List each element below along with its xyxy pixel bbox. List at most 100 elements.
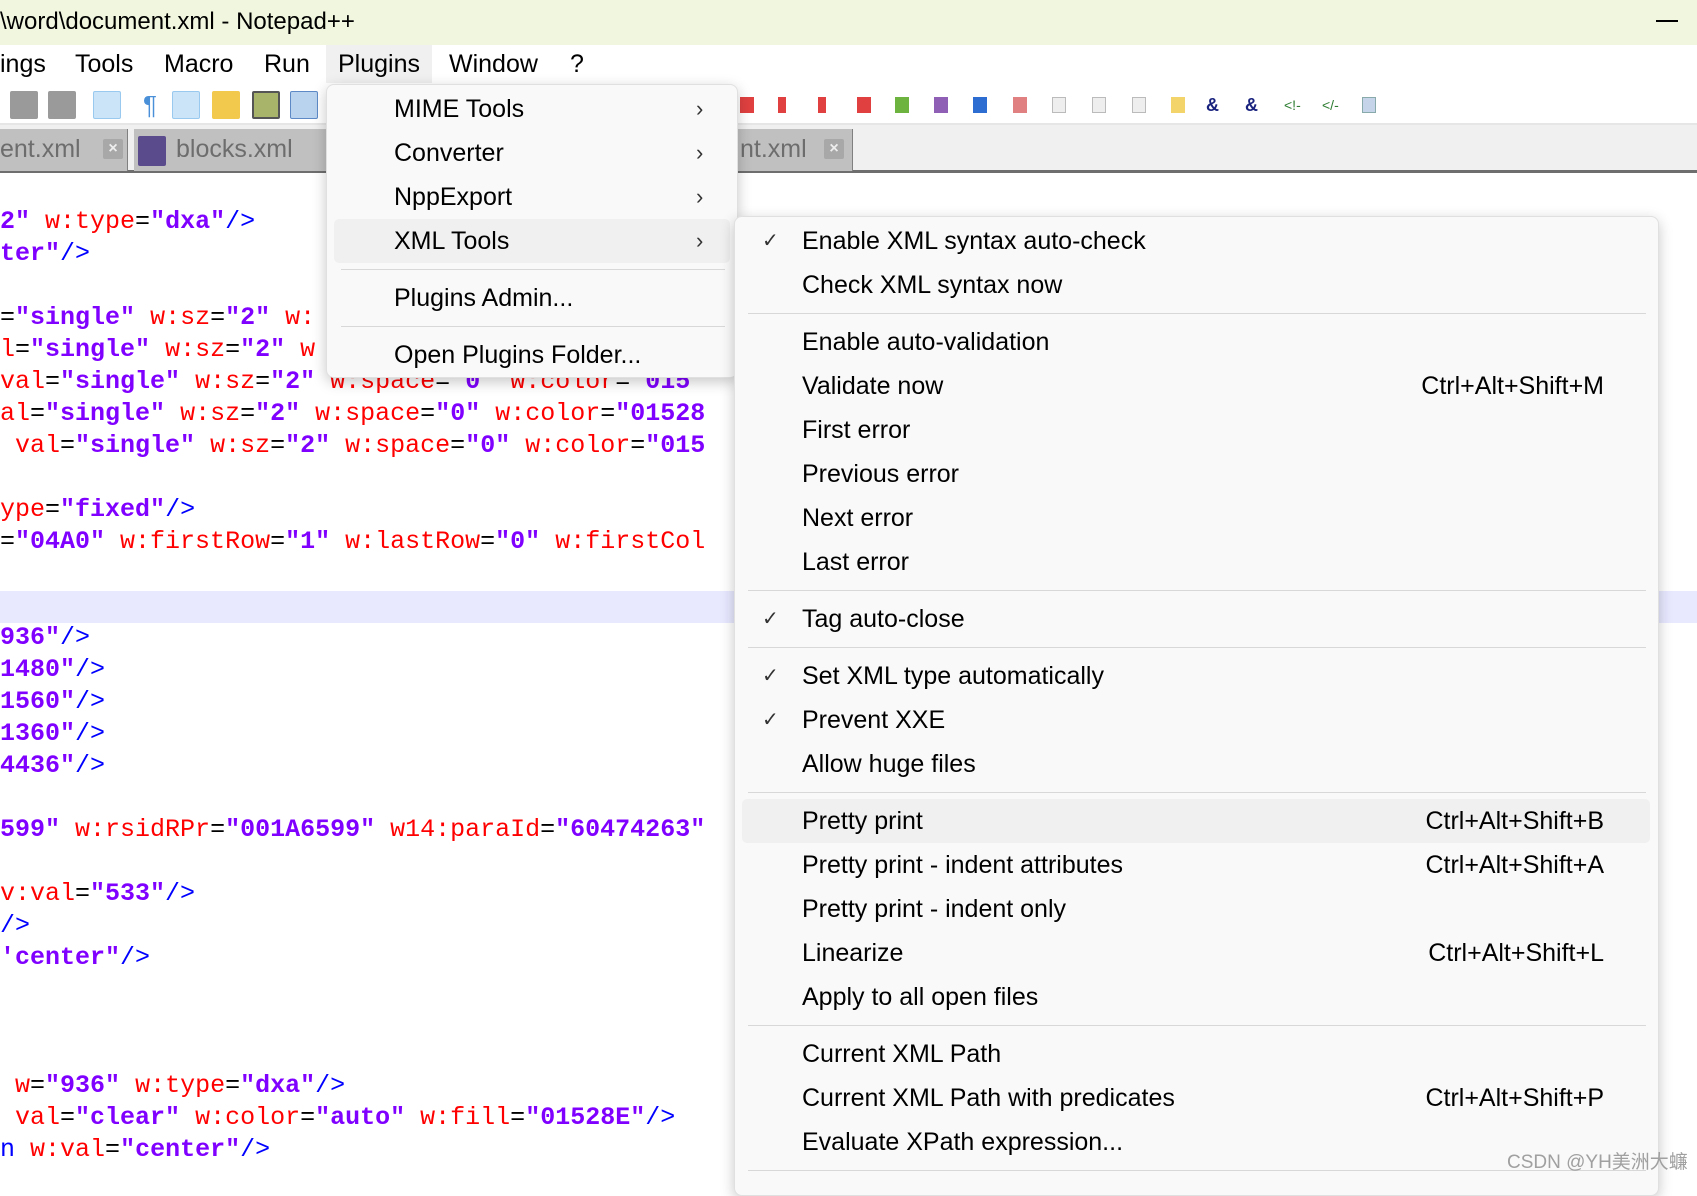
- menu-bar: ings Tools Macro Run Plugins Window ?: [0, 45, 1697, 83]
- menu-settings[interactable]: ings: [0, 45, 58, 83]
- code-attribute: al: [0, 399, 31, 428]
- menu-item-pretty-print[interactable]: Pretty print Ctrl+Alt+Shift+B: [742, 799, 1650, 843]
- word-wrap-icon[interactable]: [93, 91, 121, 119]
- menu-item-current-xml-path[interactable]: Current XML Path: [742, 1032, 1650, 1076]
- menu-item-linearize[interactable]: Linearize Ctrl+Alt+Shift+L: [742, 931, 1650, 975]
- code-tag: n: [0, 1135, 16, 1164]
- menu-item-mime-tools[interactable]: MIME Tools ›: [334, 87, 730, 131]
- xml-tools-submenu: ✓ Enable XML syntax auto-check Check XML s…: [734, 216, 1659, 1196]
- no-ampersand-icon[interactable]: &: [1245, 96, 1259, 114]
- menu-item-label: Linearize: [802, 939, 904, 967]
- map-icon[interactable]: [252, 91, 280, 119]
- menu-window[interactable]: Window: [437, 45, 550, 83]
- comment-icon[interactable]: <!-: [1284, 97, 1304, 113]
- menu-item-allow-huge-files[interactable]: Allow huge files: [742, 742, 1650, 786]
- uncomment-icon[interactable]: </-: [1322, 97, 1342, 113]
- menu-separator: [748, 647, 1646, 648]
- doc-search-icon[interactable]: [1132, 97, 1146, 113]
- minimize-button[interactable]: [1656, 20, 1678, 22]
- menu-item-next-error[interactable]: Next error: [742, 496, 1650, 540]
- code-value: 4436": [0, 751, 76, 780]
- indent-guide-icon[interactable]: [172, 91, 200, 119]
- menu-item-converter[interactable]: Converter ›: [334, 131, 730, 175]
- close-icon[interactable]: ×: [824, 139, 844, 159]
- menu-item-validate-now[interactable]: Validate now Ctrl+Alt+Shift+M: [742, 364, 1650, 408]
- code-value: 1480": [0, 655, 76, 684]
- code-value: 1360": [0, 719, 76, 748]
- menu-item-last-error[interactable]: Last error: [742, 540, 1650, 584]
- menu-item-xml-tools[interactable]: XML Tools ›: [334, 219, 730, 263]
- prev-icon[interactable]: [778, 97, 786, 113]
- tab-document-xml[interactable]: ent.xml ×: [0, 129, 128, 171]
- menu-item-plugins-admin[interactable]: Plugins Admin...: [334, 276, 730, 320]
- code-attribute: w: [0, 1071, 31, 1100]
- code-attribute: l: [0, 335, 16, 364]
- menu-item-set-xml-type-automatically[interactable]: ✓ Set XML type automatically: [742, 654, 1650, 698]
- menu-plugins[interactable]: Plugins: [326, 45, 432, 83]
- code-tag: />: [75, 687, 106, 716]
- doc-lines-icon[interactable]: [1092, 97, 1106, 113]
- code-attribute: w14:paraId: [390, 815, 541, 844]
- macro-icon[interactable]: [212, 91, 240, 119]
- code-text: =: [270, 431, 286, 460]
- lock-icon[interactable]: [48, 91, 76, 119]
- code-text: =: [270, 527, 286, 556]
- menu-item-current-xml-path-with-predicates[interactable]: Current XML Path with predicates Ctrl+Alt…: [742, 1076, 1650, 1120]
- menu-macro[interactable]: Macro: [152, 45, 245, 83]
- doc-purple-icon[interactable]: [934, 97, 948, 113]
- code-tag: />: [165, 879, 196, 908]
- shortcut-label: Ctrl+Alt+Shift+L: [1428, 939, 1604, 967]
- tab-blocks-xml[interactable]: blocks.xml: [134, 129, 334, 171]
- no-pilcrow-icon[interactable]: [1013, 97, 1027, 113]
- menu-item-apply-to-all-open-files[interactable]: Apply to all open files: [742, 975, 1650, 1019]
- first-icon[interactable]: [740, 97, 754, 113]
- menu-run[interactable]: Run: [252, 45, 322, 83]
- close-all-icon[interactable]: [10, 91, 38, 119]
- menu-tools[interactable]: Tools: [63, 45, 145, 83]
- menu-item-prevent-xxe[interactable]: ✓ Prevent XXE: [742, 698, 1650, 742]
- menu-item-pretty-print-indent-only[interactable]: Pretty print - indent only: [742, 887, 1650, 931]
- menu-item-previous-error[interactable]: Previous error: [742, 452, 1650, 496]
- menu-item-open-plugins-folder[interactable]: Open Plugins Folder...: [334, 333, 730, 377]
- menu-item-label: Open Plugins Folder...: [394, 341, 642, 369]
- menu-item-label: Enable auto-validation: [802, 328, 1050, 356]
- code-text: =: [135, 207, 151, 236]
- doc-icon[interactable]: [1052, 97, 1066, 113]
- chevron-right-icon: ›: [696, 140, 704, 165]
- doc-bolt-icon[interactable]: [1171, 97, 1185, 113]
- last-icon[interactable]: [857, 97, 871, 113]
- pilcrow-icon[interactable]: ¶: [136, 91, 164, 119]
- menu-item-label: Validate now: [802, 372, 944, 400]
- code-line: 2" w:type="dxa"/>: [0, 206, 255, 238]
- menu-item-tag-auto-close[interactable]: ✓ Tag auto-close: [742, 597, 1650, 641]
- checkmark-icon: ✓: [762, 709, 779, 731]
- close-icon[interactable]: ×: [103, 139, 123, 159]
- doc-green-icon[interactable]: [895, 97, 909, 113]
- menu-separator: [748, 313, 1646, 314]
- save-icon: [138, 136, 166, 166]
- code-attribute: w: [300, 335, 316, 364]
- tab-label: nt.xml: [740, 135, 807, 163]
- menu-item-first-error[interactable]: First error: [742, 408, 1650, 452]
- code-attribute: w:rsidRPr: [75, 815, 211, 844]
- menu-item-check-xml-syntax-now[interactable]: Check XML syntax now: [742, 263, 1650, 307]
- next-icon[interactable]: [818, 97, 826, 113]
- toolbar: ¶ & & <!- </-: [0, 83, 1697, 125]
- menu-item-enable-xml-syntax-auto-check[interactable]: ✓ Enable XML syntax auto-check: [742, 219, 1650, 263]
- menu-item-enable-auto-validation[interactable]: Enable auto-validation: [742, 320, 1650, 364]
- menu-item-label: XML Tools: [394, 227, 510, 255]
- windows-icon[interactable]: [290, 91, 318, 119]
- ampersand-icon[interactable]: &: [1206, 96, 1220, 114]
- menu-help[interactable]: ?: [558, 45, 596, 83]
- doc-blue-icon[interactable]: [973, 97, 987, 113]
- menu-item-nppexport[interactable]: NppExport ›: [334, 175, 730, 219]
- menu-item-pretty-print-indent-attributes[interactable]: Pretty print - indent attributes Ctrl+Alt…: [742, 843, 1650, 887]
- code-text: =: [450, 431, 466, 460]
- tab-third[interactable]: nt.xml ×: [720, 129, 853, 171]
- xpath-icon[interactable]: [1362, 97, 1376, 113]
